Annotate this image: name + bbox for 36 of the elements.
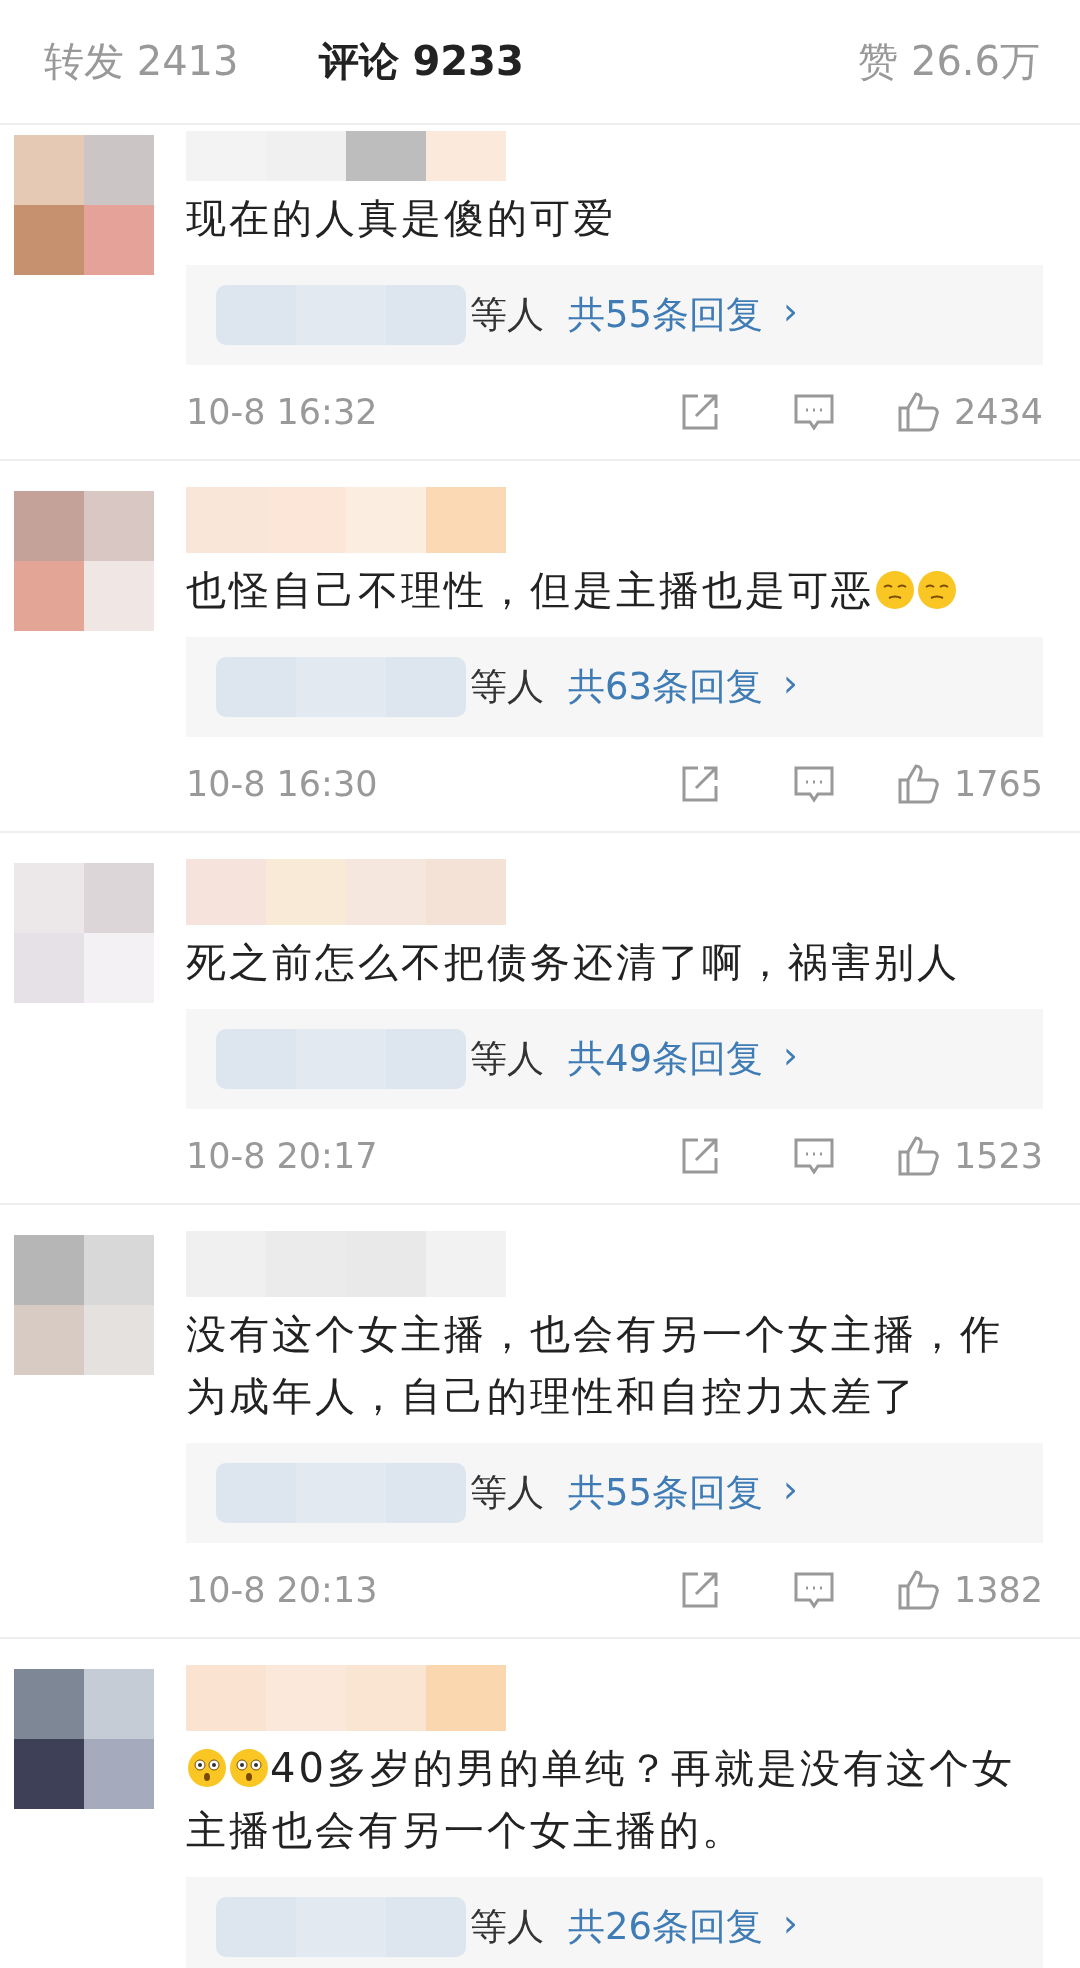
replies-link[interactable]: 共55条回复 › — [568, 1468, 798, 1518]
emoji-icon — [229, 1748, 269, 1788]
reply-panel[interactable]: 等人 共55条回复 › — [186, 1443, 1043, 1543]
reply-panel[interactable]: 等人 共63条回复 › — [186, 637, 1043, 737]
reply-names: 等人 — [470, 1470, 544, 1516]
emoji-icon — [187, 1748, 227, 1788]
like-button[interactable]: 1382 — [895, 1568, 1043, 1612]
like-count: 赞 26.6万 — [858, 37, 1040, 86]
comment-text: 死之前怎么不把债务还清了啊，祸害别人 — [186, 938, 961, 987]
reply-names: 等人 — [470, 292, 544, 338]
comment-text: 40多岁的男的单纯？再就是没有这个女主播也会有另一个女主播的。 — [186, 1744, 1016, 1855]
replies-link[interactable]: 共55条回复 › — [568, 290, 798, 340]
like-button[interactable]: 1523 — [895, 1134, 1043, 1178]
emoji-icon — [917, 570, 957, 610]
comment-text: 现在的人真是傻的可爱 — [186, 194, 617, 243]
reply-panel[interactable]: 等人 共26条回复 › — [186, 1877, 1043, 1968]
tab[interactable]: 转发 2413 — [44, 34, 239, 89]
comment-time: 10-8 20:17 — [186, 1136, 378, 1176]
reply-panel[interactable]: 等人 共55条回复 › — [186, 265, 1043, 365]
like-button[interactable]: 2434 — [895, 390, 1043, 434]
like-button[interactable]: 1765 — [895, 762, 1043, 806]
avatar[interactable] — [14, 1669, 154, 1809]
comment-text: 也怪自己不理性，但是主播也是可恶 — [186, 559, 1043, 621]
comment-time: 10-8 16:32 — [186, 392, 378, 432]
reply-panel[interactable]: 等人 共49条回复 › — [186, 1009, 1043, 1109]
reply-names: 等人 — [470, 1036, 544, 1082]
reply-names: 等人 — [470, 664, 544, 710]
emoji-icon — [875, 570, 915, 610]
replies-link[interactable]: 共49条回复 › — [568, 1034, 798, 1084]
replies-link[interactable]: 共26条回复 › — [568, 1902, 798, 1952]
reply-names: 等人 — [470, 1904, 544, 1950]
replies-link[interactable]: 共63条回复 › — [568, 662, 798, 712]
comment-time: 10-8 16:30 — [186, 764, 378, 804]
comment-time: 10-8 20:13 — [186, 1570, 378, 1610]
tab[interactable]: 评论 9233 — [318, 34, 524, 89]
comment-text: 没有这个女主播，也会有另一个女主播，作为成年人，自己的理性和自控力太差了 — [186, 1310, 1004, 1421]
